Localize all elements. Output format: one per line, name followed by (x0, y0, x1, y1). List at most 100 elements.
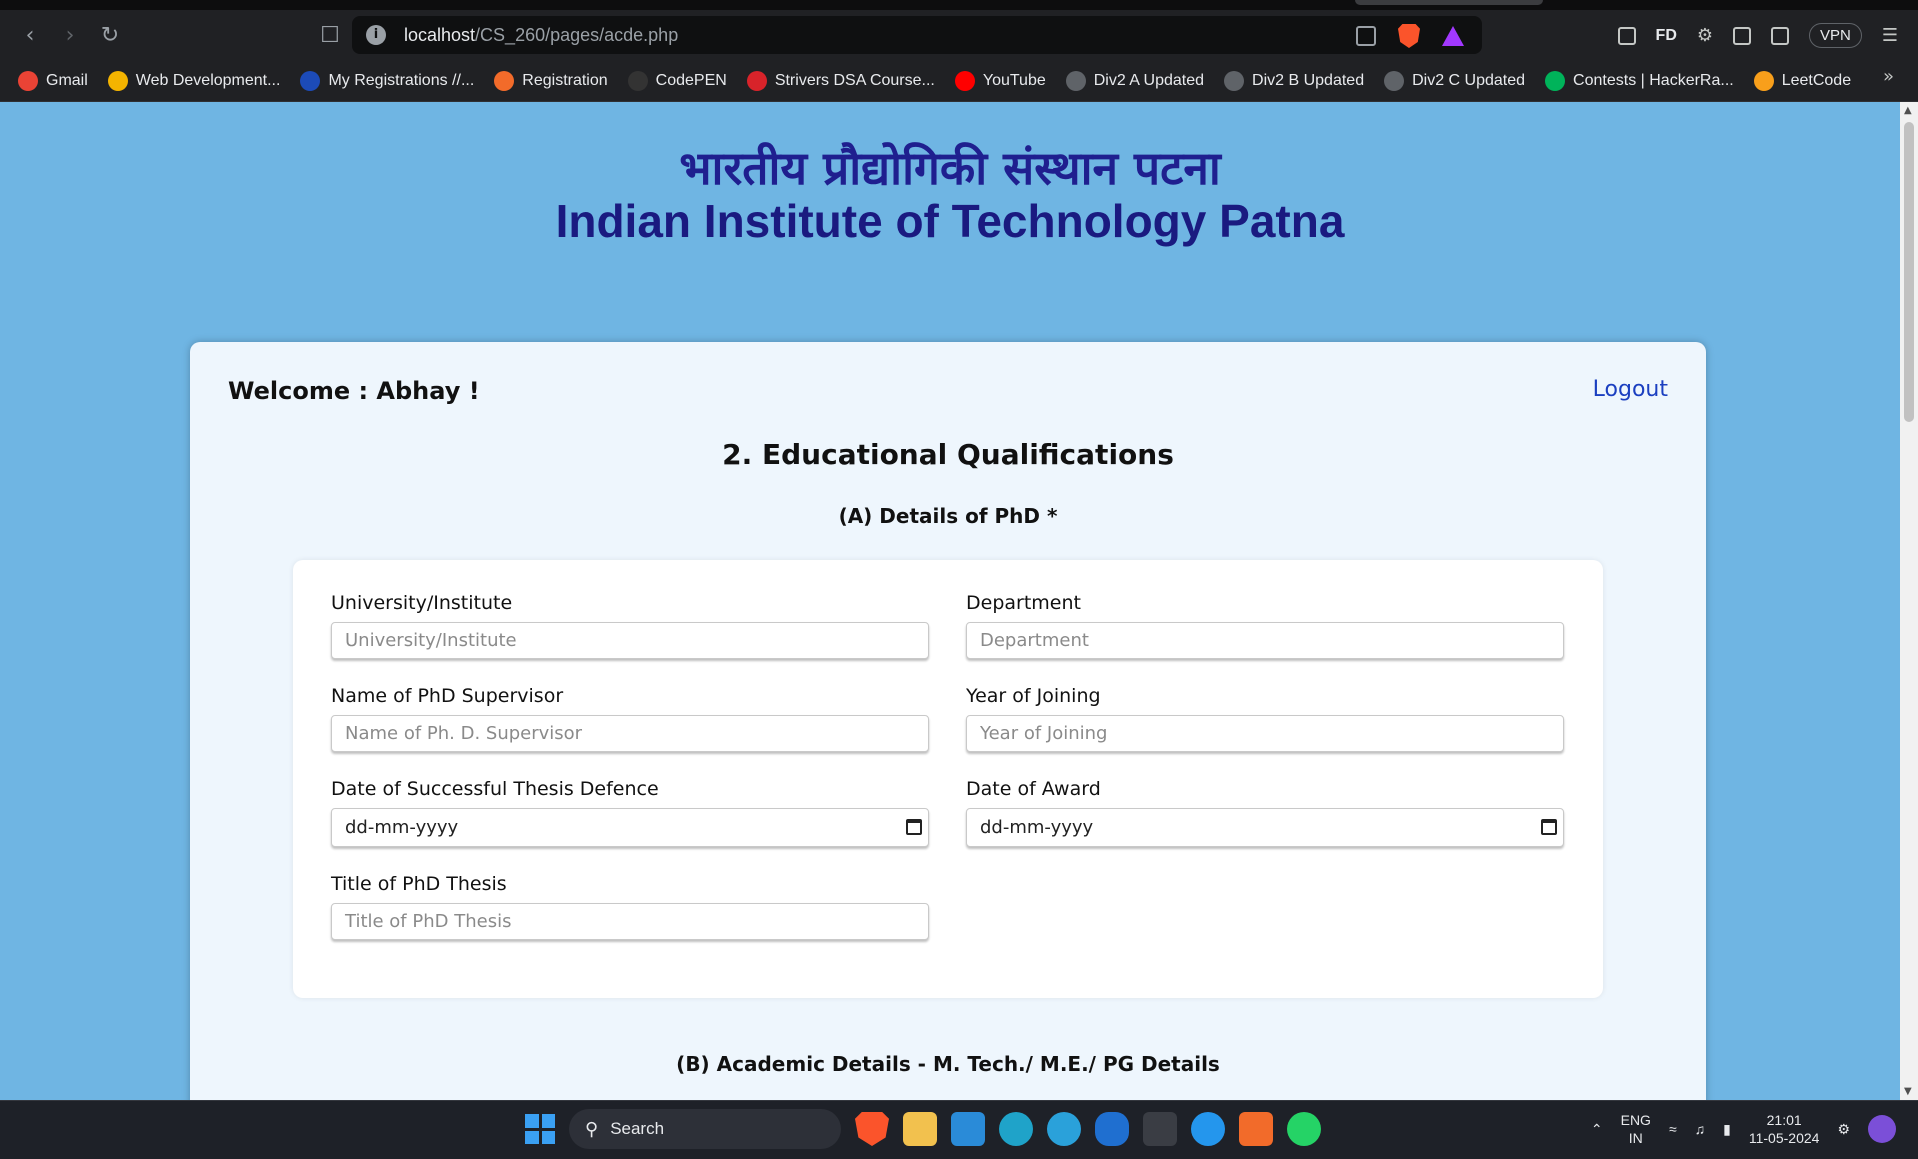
defence-date-value: dd-mm-yyyy (345, 817, 459, 838)
vscode-icon[interactable] (951, 1112, 985, 1146)
award-date-value: dd-mm-yyyy (980, 817, 1094, 838)
bookmark-label: YouTube (982, 71, 1046, 89)
bookmark-item[interactable]: Strivers DSA Course... (746, 70, 935, 91)
forward-icon[interactable]: › (50, 15, 90, 55)
phd-details-heading: (A) Details of PhD * (838, 504, 1058, 528)
bookmark-label: Div2 C Updated (1412, 71, 1526, 89)
bookmarks-overflow-icon[interactable]: » (1883, 66, 1894, 87)
year-joining-field: Year of Joining Year of Joining (966, 685, 1564, 752)
onedrive-icon[interactable] (1095, 1112, 1129, 1146)
defence-date-label: Date of Successful Thesis Defence (331, 778, 659, 800)
bookmark-item[interactable]: Div2 C Updated (1384, 70, 1526, 91)
globe-icon (1384, 70, 1405, 91)
xampp-icon[interactable] (1239, 1112, 1273, 1146)
bookmark-item[interactable]: Gmail (18, 70, 88, 91)
web-dev-icon (107, 70, 128, 91)
brave-app-icon[interactable] (855, 1112, 889, 1146)
terminal-icon[interactable] (1143, 1112, 1177, 1146)
region-code: IN (1628, 1130, 1643, 1146)
phd-details-form: University/Institute University/Institut… (293, 560, 1603, 998)
site-info-icon[interactable]: i (366, 25, 386, 45)
volume-icon[interactable]: ♫ (1695, 1121, 1706, 1137)
defence-date-input[interactable]: dd-mm-yyyy (331, 808, 929, 847)
award-date-field: Date of Award dd-mm-yyyy (966, 778, 1564, 847)
extensions-puzzle-icon[interactable]: ⚙ (1697, 25, 1713, 46)
welcome-text: Welcome : Abhay ! (228, 377, 480, 405)
university-input[interactable]: University/Institute (331, 622, 929, 659)
calendar-icon[interactable] (906, 819, 922, 835)
clock[interactable]: 21:01 11-05-2024 (1749, 1111, 1820, 1147)
windows-taskbar: ⚲ Search ⌃ ENG IN ≈ ♫ ▮ 21:01 11-05-2024… (0, 1100, 1918, 1159)
year-joining-input[interactable]: Year of Joining (966, 715, 1564, 752)
address-bar[interactable]: i localhost/CS_260/pages/acde.php (352, 16, 1482, 54)
bookmark-item[interactable]: Web Development... (107, 70, 280, 91)
bookmark-icon[interactable]: ☐ (310, 15, 350, 55)
bookmark-item[interactable]: My Registrations //... (300, 70, 475, 91)
page-viewport: भारतीय प्रौद्योगिकी संस्थान पटना Indian … (0, 102, 1918, 1100)
scroll-down-icon[interactable]: ▼ (1904, 1086, 1912, 1097)
bookmark-item[interactable]: Div2 B Updated (1224, 70, 1364, 91)
department-input[interactable]: Department (966, 622, 1564, 659)
department-label: Department (966, 592, 1081, 614)
bookmark-label: Registration (522, 71, 608, 89)
scrollbar-thumb[interactable] (1904, 122, 1914, 422)
copilot-icon[interactable] (1868, 1115, 1896, 1143)
thesis-title-input[interactable]: Title of PhD Thesis (331, 903, 929, 940)
bookmark-item[interactable]: Contests | HackerRa... (1545, 70, 1734, 91)
translate-extension-icon[interactable] (1617, 26, 1636, 45)
notification-icon[interactable]: ⚙ (1837, 1121, 1850, 1138)
wifi-icon[interactable]: ≈ (1669, 1121, 1677, 1137)
bookmark-item[interactable]: CodePEN (627, 70, 727, 91)
department-field: Department Department (966, 592, 1564, 659)
battery-icon[interactable]: ▮ (1723, 1121, 1731, 1138)
unstop-icon (300, 70, 321, 91)
scroll-up-icon[interactable]: ▲ (1904, 105, 1912, 116)
logout-link[interactable]: Logout (1593, 377, 1668, 402)
supervisor-input[interactable]: Name of Ph. D. Supervisor (331, 715, 929, 752)
leetcode-icon (1753, 70, 1774, 91)
youtube-icon (954, 70, 975, 91)
start-icon[interactable] (525, 1114, 555, 1144)
tray-chevron-icon[interactable]: ⌃ (1591, 1121, 1603, 1138)
bookmark-label: LeetCode (1781, 71, 1852, 89)
form-card: Welcome : Abhay ! Logout 2. Educational … (190, 342, 1706, 1100)
edge-icon[interactable] (999, 1112, 1033, 1146)
award-date-input[interactable]: dd-mm-yyyy (966, 808, 1564, 847)
bookmark-label: My Registrations //... (328, 71, 475, 89)
menu-icon[interactable]: ☰ (1882, 25, 1898, 46)
bookmark-item[interactable]: YouTube (954, 70, 1046, 91)
wallet-icon[interactable] (1771, 26, 1790, 45)
window-top-strip (0, 0, 1918, 10)
clock-time: 21:01 (1766, 1112, 1802, 1128)
sidebar-icon[interactable] (1733, 26, 1752, 45)
browser-toolbar: ‹ › ↻ ☐ i localhost/CS_260/pages/acde.ph… (0, 10, 1918, 60)
globe-icon (1224, 70, 1245, 91)
extensions-area: FD ⚙ VPN ☰ (1617, 23, 1898, 48)
bookmark-item[interactable]: LeetCode (1753, 70, 1852, 91)
file-explorer-icon[interactable] (903, 1112, 937, 1146)
thesis-title-field: Title of PhD Thesis Title of PhD Thesis (331, 873, 929, 940)
academic-details-heading: (B) Academic Details - M. Tech./ M.E./ P… (676, 1052, 1220, 1076)
taskbar-search[interactable]: ⚲ Search (569, 1109, 841, 1149)
docker-icon[interactable] (1191, 1112, 1225, 1146)
page-scrollbar[interactable]: ▲ ▼ (1900, 102, 1918, 1100)
calendar-icon[interactable] (1541, 819, 1557, 835)
reload-icon[interactable]: ↻ (90, 15, 130, 55)
vpn-button[interactable]: VPN (1809, 23, 1862, 48)
globe-icon (1065, 70, 1086, 91)
telegram-icon[interactable] (1047, 1112, 1081, 1146)
hackerrank-icon (1545, 70, 1566, 91)
tab-strip-hint[interactable] (1355, 0, 1543, 5)
url-host: localhost (404, 24, 476, 45)
back-icon[interactable]: ‹ (10, 15, 50, 55)
share-icon[interactable] (1356, 26, 1376, 46)
bookmark-label: Contests | HackerRa... (1573, 71, 1734, 89)
brave-shields-icon[interactable] (1398, 24, 1420, 48)
fd-extension-icon[interactable]: FD (1656, 27, 1677, 45)
codepen-icon (627, 70, 648, 91)
brave-rewards-icon[interactable] (1442, 26, 1464, 46)
whatsapp-icon[interactable] (1287, 1112, 1321, 1146)
bookmark-item[interactable]: Div2 A Updated (1065, 70, 1204, 91)
language-indicator[interactable]: ENG IN (1621, 1111, 1651, 1147)
bookmark-item[interactable]: Registration (494, 70, 608, 91)
